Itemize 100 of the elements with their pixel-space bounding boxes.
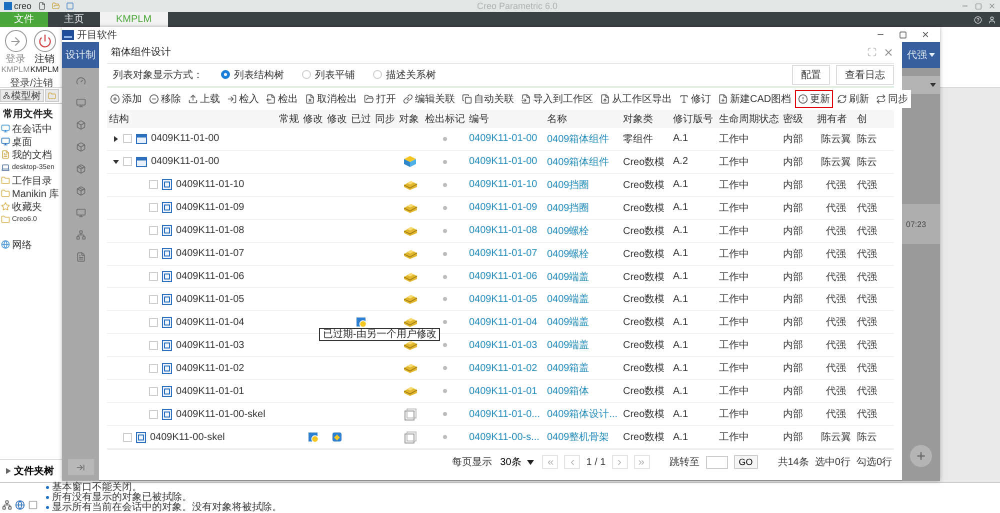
table-cell-text: 陈云翼: [820, 431, 852, 444]
column-header[interactable]: 结构: [107, 112, 277, 126]
column-header[interactable]: 创: [855, 112, 894, 126]
column-header[interactable]: 检出标记: [423, 112, 467, 126]
table-cell-text: A.1: [672, 432, 690, 443]
number-link[interactable]: 0409K11-01-00: [467, 133, 545, 144]
total-count: 共14条: [778, 456, 809, 470]
name-link[interactable]: 0409螺栓: [545, 246, 621, 261]
user-name[interactable]: 代强: [907, 48, 927, 62]
column-header[interactable]: 对象: [397, 112, 423, 126]
number-link[interactable]: 0409K11-00-s...: [467, 432, 545, 443]
table-cell-text: Creo数模: [622, 248, 666, 261]
table-cell-text: A.1: [672, 340, 690, 351]
column-header[interactable]: 同步: [373, 112, 397, 126]
name-link[interactable]: 0409整机骨架: [545, 430, 621, 444]
table-cell-text: 代强: [825, 339, 847, 352]
number-link[interactable]: 0409K11-01-00: [467, 156, 545, 168]
table-cell-text: A.1: [672, 316, 690, 328]
table-cell-text: 代强: [856, 248, 878, 261]
name-link[interactable]: 0409箱体组件: [545, 154, 621, 169]
table-cell-text: A.1: [672, 248, 690, 260]
column-header[interactable]: 修改: [325, 112, 349, 126]
selected-count: 选中0行: [814, 456, 850, 470]
number-link[interactable]: 0409K11-01-01: [467, 386, 545, 397]
column-header[interactable]: 修改: [301, 112, 325, 126]
display-mode-radio[interactable]: 描述关系树: [373, 68, 436, 82]
name-link[interactable]: 0409箱盖: [545, 361, 621, 376]
config-button[interactable]: 配置: [792, 64, 830, 85]
name-link[interactable]: 0409箱体组件: [545, 132, 621, 146]
time-text: 07:23: [906, 220, 926, 228]
name-link[interactable]: 0409挡圈: [545, 200, 621, 215]
table-cell-text: A.1: [672, 225, 690, 236]
table-cell-text: 工作中: [718, 132, 750, 146]
table-cell-text: 工作中: [718, 178, 750, 192]
checked-count: 勾选0行: [856, 456, 892, 470]
table-cell-text: 代强: [825, 362, 847, 376]
toolbar-button[interactable]: 更新: [795, 90, 834, 108]
table-cell-text: Creo数模: [622, 270, 666, 284]
table-cell-text: 内部: [782, 362, 804, 376]
name-link[interactable]: 0409端盖: [545, 292, 621, 306]
go-button[interactable]: GO: [734, 455, 758, 470]
table-cell-text: 陈云翼: [820, 156, 852, 169]
table-cell-text: A.2: [672, 156, 690, 168]
table-cell-text: A.1: [672, 202, 690, 214]
table-cell-text: 代强: [825, 178, 847, 192]
number-link[interactable]: 0409K11-01-07: [467, 248, 545, 260]
number-link[interactable]: 0409K11-01-0...: [467, 408, 545, 420]
name-link[interactable]: 0409箱体: [545, 384, 621, 398]
logout-button[interactable]: 注销 KMPLM: [31, 30, 58, 74]
table-cell-text: 内部: [782, 384, 804, 398]
ribbon-tab[interactable]: 主页: [48, 12, 100, 27]
tree-item-label: 0409K11-01-09: [176, 202, 244, 214]
model-tree-tab[interactable]: 模型树: [0, 89, 44, 102]
number-link[interactable]: 0409K11-01-06: [467, 271, 545, 282]
table-cell-text: Creo数模: [622, 430, 666, 444]
table-cell-text: 工作中: [718, 292, 750, 306]
table-cell-text: 代强: [825, 408, 847, 422]
number-link[interactable]: 0409K11-01-04: [467, 316, 545, 328]
display-mode-radio[interactable]: 列表结构树: [221, 68, 284, 82]
number-link[interactable]: 0409K11-01-02: [467, 362, 545, 374]
column-header[interactable]: 名称: [545, 112, 621, 126]
table-cell-text: 代强: [825, 385, 847, 398]
table-cell-text: 代强: [825, 202, 847, 215]
column-header[interactable]: 常规: [277, 112, 301, 126]
column-header[interactable]: 生命周期状态: [717, 112, 781, 126]
tree-item-label: 0409K11-01-07: [176, 248, 244, 260]
table-cell-text: Creo数模: [622, 202, 666, 215]
table-cell-text: A.1: [672, 179, 690, 190]
column-header[interactable]: 密级: [781, 112, 815, 126]
table-cell-text: 内部: [782, 270, 804, 284]
table-cell-text: 工作中: [718, 316, 750, 330]
tree-item-label: 0409K11-01-00-skel: [176, 408, 266, 420]
number-link[interactable]: 0409K11-01-10: [467, 179, 545, 190]
name-link[interactable]: 0409端盖: [545, 338, 621, 352]
name-link[interactable]: 0409挡圈: [545, 178, 621, 192]
table-cell-text: A.1: [672, 408, 690, 420]
column-header[interactable]: 修订版号: [671, 112, 717, 126]
number-link[interactable]: 0409K11-01-08: [467, 225, 545, 236]
name-link[interactable]: 0409端盖: [545, 315, 621, 330]
column-header[interactable]: 编号: [467, 112, 545, 126]
name-link[interactable]: 0409螺栓: [545, 224, 621, 238]
table-cell-text: 工作中: [718, 408, 750, 422]
table-cell-text: 代强: [825, 316, 847, 330]
page-indicator: 1 / 1: [586, 456, 606, 468]
table-cell-text: Creo数模: [622, 338, 666, 352]
column-header[interactable]: 对象类: [621, 112, 671, 126]
number-link[interactable]: 0409K11-01-09: [467, 202, 545, 214]
message-line: 所有没有显示的对象已被拭除。: [46, 493, 282, 503]
table-cell-text: 工作中: [718, 384, 750, 398]
column-header[interactable]: 已过: [349, 112, 373, 126]
view-log-button[interactable]: 查看日志: [836, 64, 894, 85]
display-mode-radio[interactable]: 列表平铺: [302, 68, 355, 82]
name-link[interactable]: 0409箱体设计...: [545, 407, 621, 422]
table-cell-text: A.1: [672, 386, 690, 397]
number-link[interactable]: 0409K11-01-05: [467, 294, 545, 305]
column-header[interactable]: 拥有者: [815, 112, 855, 126]
table-cell-text: 零组件: [622, 132, 654, 146]
name-link[interactable]: 0409端盖: [545, 270, 621, 284]
number-link[interactable]: 0409K11-01-03: [467, 340, 545, 351]
table-cell-text: 陈云翼: [820, 132, 852, 146]
